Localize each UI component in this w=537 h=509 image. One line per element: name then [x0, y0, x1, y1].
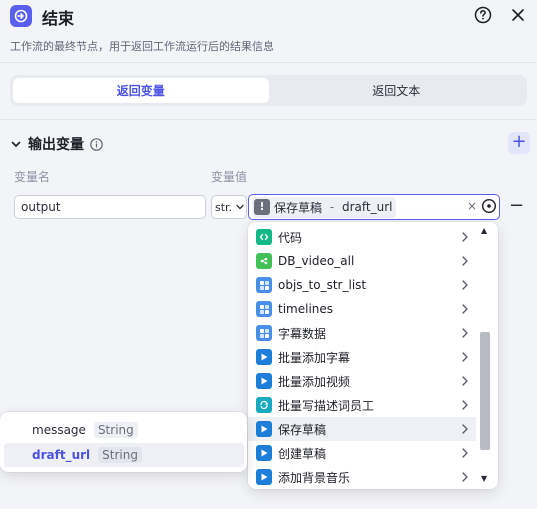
- chevron-right-icon[interactable]: [460, 230, 470, 244]
- node-option-label: 添加背景音乐: [278, 470, 351, 485]
- divider: [0, 62, 537, 63]
- node-option[interactable]: objs_to_str_list: [248, 273, 476, 297]
- code-icon: [256, 229, 272, 245]
- return-mode-tabs: 返回变量 返回文本: [10, 75, 527, 106]
- chevron-right-icon[interactable]: [460, 470, 470, 484]
- node-option[interactable]: 保存草稿: [248, 417, 476, 441]
- node-option-label: objs_to_str_list: [278, 278, 367, 292]
- chevron-right-icon[interactable]: [460, 398, 470, 412]
- value-type-select[interactable]: str.: [211, 195, 247, 219]
- tab-return-variables[interactable]: 返回变量: [13, 78, 269, 103]
- variable-value-field[interactable]: ! 保存草稿 - draft_url ×: [248, 194, 500, 220]
- video-plugin-icon: [256, 373, 272, 389]
- value-variable-name: draft_url: [341, 200, 393, 214]
- end-node-icon: [10, 5, 32, 27]
- variable-option-message[interactable]: message String: [4, 418, 244, 442]
- chevron-right-icon[interactable]: [460, 278, 470, 292]
- clear-icon[interactable]: ×: [467, 199, 477, 213]
- page-title: 结束: [42, 9, 75, 28]
- info-icon[interactable]: [90, 137, 103, 151]
- scrollbar[interactable]: ▲ ▼: [478, 224, 492, 487]
- scrollbar-thumb[interactable]: [480, 332, 490, 450]
- node-option[interactable]: 创建草稿: [248, 441, 476, 465]
- chevron-down-icon[interactable]: [10, 138, 22, 150]
- node-option-label: 创建草稿: [278, 446, 327, 461]
- warning-icon: !: [254, 199, 270, 215]
- scroll-up-icon[interactable]: ▲: [481, 226, 487, 235]
- video-plugin-icon: [256, 421, 272, 437]
- plugin-icon: [256, 301, 272, 317]
- node-option[interactable]: 添加背景音乐: [248, 465, 476, 489]
- chevron-right-icon[interactable]: [460, 302, 470, 316]
- chevron-right-icon[interactable]: [460, 254, 470, 268]
- output-section-title: 输出变量: [28, 137, 84, 153]
- target-icon[interactable]: [481, 198, 497, 214]
- node-option-label: 保存草稿: [278, 422, 327, 437]
- chevron-right-icon[interactable]: [460, 422, 470, 436]
- variable-option-type: String: [93, 422, 138, 438]
- node-option-label: timelines: [278, 302, 334, 316]
- variable-option-name: draft_url: [32, 448, 91, 462]
- chevron-right-icon[interactable]: [460, 326, 470, 340]
- node-option-label: 批量写描述词员工: [278, 398, 375, 413]
- node-option-label: 批量添加字幕: [278, 350, 351, 365]
- variable-option-draft-url[interactable]: draft_url String: [4, 443, 244, 467]
- loop-icon: [256, 397, 272, 413]
- node-option[interactable]: 批量添加字幕: [248, 345, 476, 369]
- node-option[interactable]: 代码: [248, 225, 476, 249]
- tab-return-text[interactable]: 返回文本: [269, 78, 525, 103]
- close-icon[interactable]: [509, 6, 527, 24]
- end-node-panel: 结束 工作流的最终节点，用于返回工作流运行后的结果信息 返回变量 返回文本 输出…: [0, 0, 537, 509]
- video-plugin-icon: [256, 469, 272, 485]
- node-option-label: 代码: [278, 230, 303, 245]
- node-option[interactable]: DB_video_all: [248, 249, 476, 273]
- plugin-icon: [256, 277, 272, 293]
- plugin-icon: [256, 325, 272, 341]
- help-icon[interactable]: [474, 6, 492, 24]
- value-type-label: str.: [215, 200, 233, 214]
- divider: [0, 119, 537, 120]
- add-variable-button[interactable]: +: [508, 132, 530, 154]
- variable-select-popup: message String draft_url String: [0, 412, 247, 472]
- variable-value-column-label: 变量值: [211, 170, 248, 184]
- value-node-name: 保存草稿: [274, 200, 323, 215]
- node-option[interactable]: timelines: [248, 297, 476, 321]
- video-plugin-icon: [256, 349, 272, 365]
- node-option[interactable]: 字幕数据: [248, 321, 476, 345]
- chevron-right-icon[interactable]: [460, 446, 470, 460]
- node-select-dropdown: 代码 DB_video_all objs_to_str_list timelines 字…: [248, 222, 498, 489]
- variable-option-name: message: [32, 423, 86, 437]
- output-section-header[interactable]: 输出变量: [10, 134, 103, 154]
- panel-header: 结束 工作流的最终节点，用于返回工作流运行后的结果信息: [0, 0, 537, 62]
- variable-name-column-label: 变量名: [14, 170, 51, 184]
- video-plugin-icon: [256, 445, 272, 461]
- node-option[interactable]: 批量添加视频: [248, 369, 476, 393]
- node-option[interactable]: 批量写描述词员工: [248, 393, 476, 417]
- chevron-right-icon[interactable]: [460, 350, 470, 364]
- node-option-label: 批量添加视频: [278, 374, 351, 389]
- value-reference-chip: ! 保存草稿 - draft_url: [252, 196, 397, 218]
- node-description: 工作流的最终节点，用于返回工作流运行后的结果信息: [10, 40, 274, 53]
- variable-name-input[interactable]: [14, 195, 206, 219]
- value-separator: -: [326, 200, 338, 214]
- scroll-down-icon[interactable]: ▼: [481, 474, 487, 483]
- node-option-label: 字幕数据: [278, 326, 327, 341]
- remove-variable-button[interactable]: −: [509, 197, 524, 215]
- chevron-right-icon[interactable]: [460, 374, 470, 388]
- chevron-down-icon: [236, 204, 244, 210]
- node-option-label: DB_video_all: [278, 254, 355, 268]
- database-icon: [256, 253, 272, 269]
- variable-option-type: String: [98, 447, 142, 463]
